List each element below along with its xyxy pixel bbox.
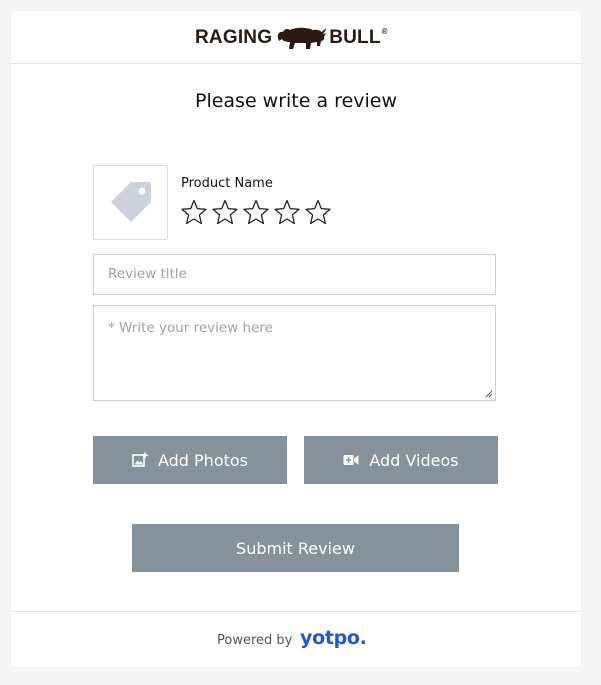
bull-icon xyxy=(278,27,327,49)
star-rating[interactable] xyxy=(180,199,332,225)
star-icon-2[interactable] xyxy=(211,199,239,225)
review-body-placeholder: * Write your review here xyxy=(108,320,273,336)
add-videos-button[interactable]: Add Videos xyxy=(304,436,498,484)
resize-grip-icon[interactable] xyxy=(485,390,493,398)
review-body-textarea[interactable]: * Write your review here xyxy=(93,305,496,401)
logo-text-left: RAGING xyxy=(195,27,273,48)
star-icon-4[interactable] xyxy=(273,199,301,225)
footer: Powered by yotpo. xyxy=(11,611,581,668)
add-photo-icon xyxy=(132,452,148,467)
add-photos-button[interactable]: Add Photos xyxy=(93,436,287,484)
add-photos-label: Add Photos xyxy=(157,450,249,470)
star-icon-5[interactable] xyxy=(304,199,332,225)
star-icon-1[interactable] xyxy=(180,199,208,225)
review-title-placeholder: Review title xyxy=(108,266,187,282)
submit-review-button[interactable]: Submit Review xyxy=(132,524,459,572)
registered-mark: ® xyxy=(381,27,388,36)
star-icon-3[interactable] xyxy=(242,199,270,225)
powered-by-text: Powered by xyxy=(217,633,293,648)
review-title-input[interactable]: Review title xyxy=(93,254,496,295)
logo-text-right: BULL xyxy=(329,27,381,48)
product-thumbnail xyxy=(93,165,168,240)
yotpo-logo-link[interactable]: yotpo. xyxy=(300,627,367,649)
header: RAGING BULL ® xyxy=(11,11,581,64)
video-camera-icon xyxy=(343,455,359,465)
review-card: RAGING BULL ® Please write a review Prod… xyxy=(11,11,581,667)
tag-icon xyxy=(111,182,151,222)
add-videos-label: Add Videos xyxy=(369,450,459,470)
product-name: Product Name xyxy=(181,176,273,191)
page-title: Please write a review xyxy=(194,90,398,112)
raging-bull-logo: RAGING BULL ® xyxy=(195,23,388,53)
